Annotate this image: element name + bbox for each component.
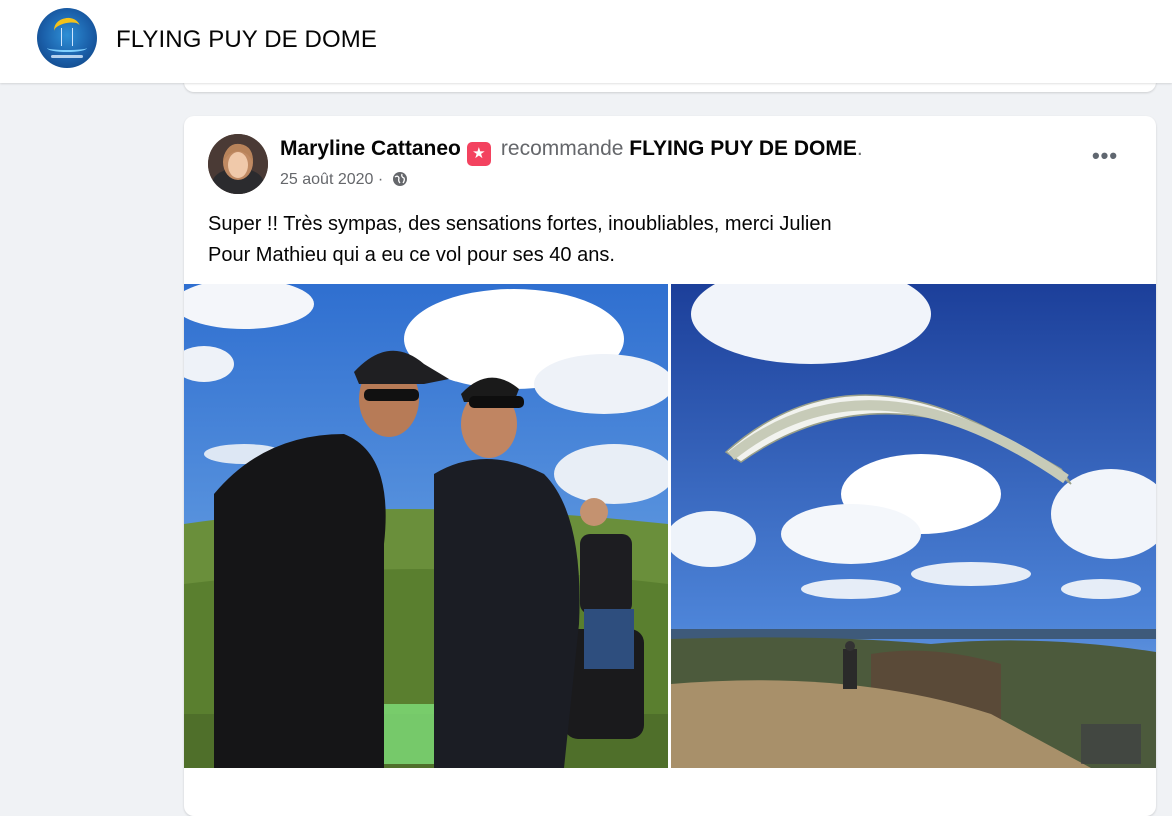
top-bar: FLYING PUY DE DOME bbox=[0, 0, 1172, 83]
paraglider-logo-icon[interactable] bbox=[37, 8, 97, 68]
avatar[interactable] bbox=[208, 134, 268, 194]
page-title[interactable]: FLYING PUY DE DOME bbox=[116, 26, 377, 54]
recommendation-post: Maryline Cattaneo ★ recommande FLYING PUY … bbox=[184, 116, 1156, 816]
post-text: Super !! Très sympas, des sensations for… bbox=[208, 209, 832, 271]
post-text-line: Pour Mathieu qui a eu ce vol pour ses 40… bbox=[208, 244, 615, 266]
author-name[interactable]: Maryline Cattaneo bbox=[280, 137, 461, 160]
recommend-badge-icon: ★ bbox=[466, 142, 491, 166]
recommend-verb: recommande bbox=[500, 137, 624, 160]
target-suffix: . bbox=[856, 137, 863, 160]
photo-paraglider-flying[interactable] bbox=[671, 284, 1156, 768]
globe-icon[interactable] bbox=[392, 171, 408, 192]
more-options-button[interactable]: ••• bbox=[1087, 145, 1123, 174]
post-header: Maryline Cattaneo ★ recommande FLYING PUY … bbox=[280, 137, 863, 166]
post-meta: 25 août 2020 · bbox=[280, 171, 408, 192]
post-date[interactable]: 25 août 2020 bbox=[280, 171, 373, 188]
photo-paragliding-instructors[interactable] bbox=[184, 284, 668, 768]
recommended-page-link[interactable]: FLYING PUY DE DOME bbox=[629, 137, 857, 160]
post-text-line: Super !! Très sympas, des sensations for… bbox=[208, 213, 832, 235]
meta-separator: · bbox=[373, 171, 388, 188]
